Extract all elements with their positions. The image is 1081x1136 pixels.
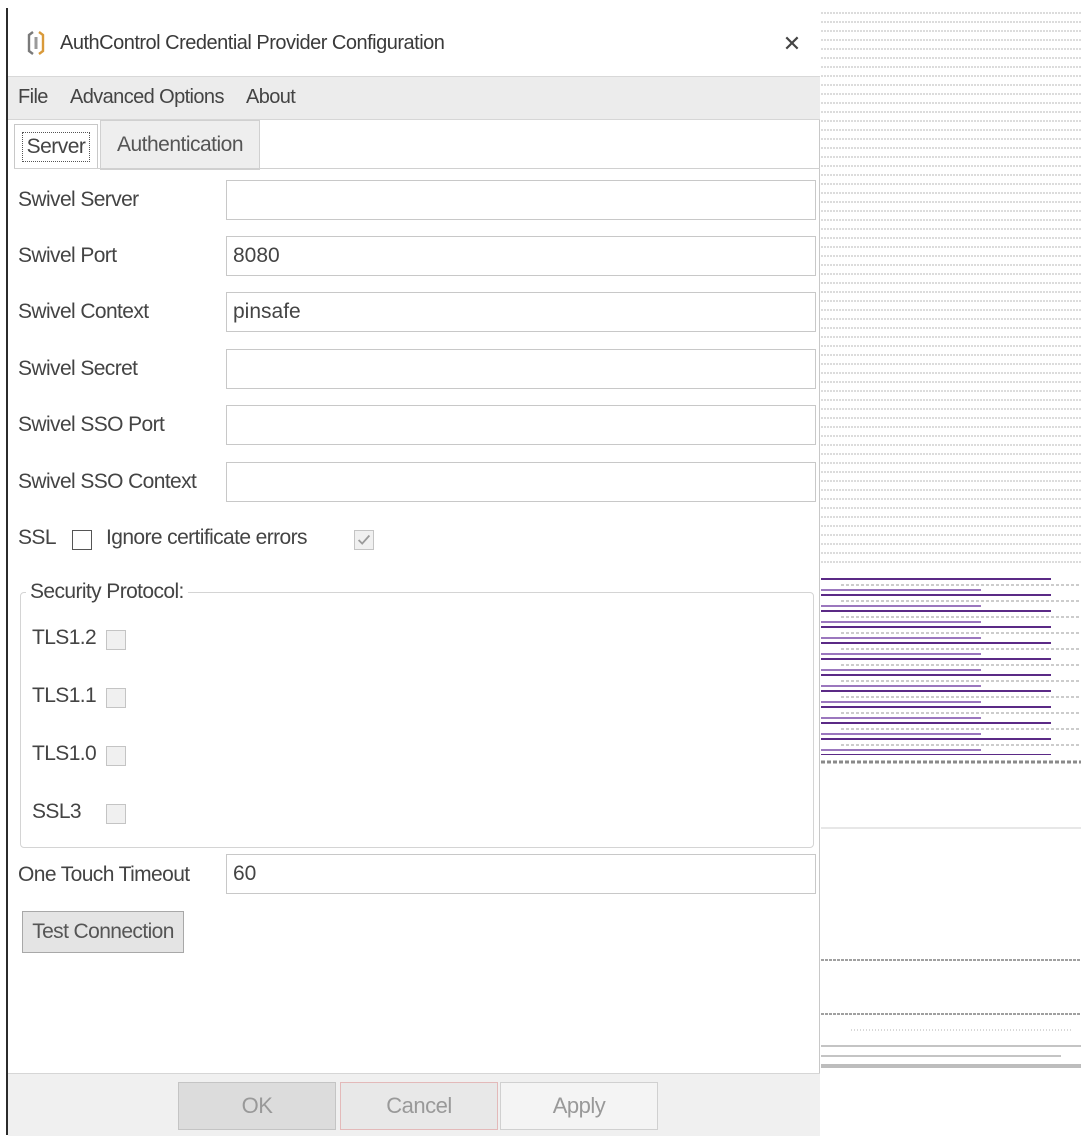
ignore-cert-checkbox[interactable] [354,530,374,550]
apply-label: Apply [552,1093,606,1118]
security-protocol-group [20,592,814,848]
swivel-port-label: Swivel Port [18,244,117,267]
background-window-strip [821,0,1081,1135]
ok-button[interactable]: OK [178,1082,336,1130]
window-title: AuthControl Credential Provider Configur… [60,32,445,54]
swivel-server-input[interactable] [226,180,816,220]
tab-authentication-label: Authentication [116,133,244,156]
background-window-lines [821,10,1081,1068]
one-touch-timeout-input[interactable] [226,854,816,894]
ssl-checkbox[interactable] [72,530,92,550]
one-touch-timeout-label: One Touch Timeout [18,863,190,886]
dialog-footer: OK Cancel Apply [8,1073,820,1136]
tls12-checkbox[interactable] [106,630,126,650]
menu-about[interactable]: About [246,86,296,109]
tls10-label: TLS1.0 [32,742,97,765]
swivel-sso-context-label: Swivel SSO Context [18,470,197,493]
tls12-label: TLS1.2 [32,626,97,649]
tab-authentication[interactable]: Authentication [100,120,260,170]
swivel-context-input[interactable] [226,292,816,332]
ignore-cert-label: Ignore certificate errors [106,526,308,549]
test-connection-label: Test Connection [32,920,174,943]
cancel-label: Cancel [386,1093,452,1118]
tab-server[interactable]: Server [14,124,98,168]
tab-server-label: Server [21,131,91,162]
tls11-checkbox[interactable] [106,688,126,708]
swivel-sso-port-input[interactable] [226,405,816,445]
close-button[interactable]: ✕ [772,26,812,62]
tab-panel-divider [14,168,820,169]
ssl3-checkbox[interactable] [106,804,126,824]
menu-bar: File Advanced Options About [8,77,820,120]
ok-label: OK [241,1093,273,1118]
close-icon: ✕ [782,31,802,56]
app-logo-icon [27,31,45,55]
menu-file[interactable]: File [18,86,48,109]
ssl-label: SSL [18,526,57,549]
test-connection-button[interactable]: Test Connection [22,911,184,953]
swivel-sso-port-label: Swivel SSO Port [18,413,165,436]
swivel-secret-label: Swivel Secret [18,357,138,380]
title-bar[interactable]: AuthControl Credential Provider Configur… [8,8,820,77]
tls11-label: TLS1.1 [32,684,97,707]
ssl3-label: SSL3 [32,800,82,823]
swivel-secret-input[interactable] [226,349,816,389]
swivel-server-label: Swivel Server [18,188,139,211]
security-protocol-title: Security Protocol: [26,580,188,604]
config-window: AuthControl Credential Provider Configur… [6,8,820,1136]
swivel-sso-context-input[interactable] [226,462,816,502]
checkmark-icon [357,534,371,545]
swivel-context-label: Swivel Context [18,300,149,323]
swivel-port-input[interactable] [226,236,816,276]
menu-advanced-options[interactable]: Advanced Options [70,86,224,109]
cancel-button[interactable]: Cancel [340,1082,498,1130]
apply-button[interactable]: Apply [500,1082,658,1130]
tls10-checkbox[interactable] [106,746,126,766]
